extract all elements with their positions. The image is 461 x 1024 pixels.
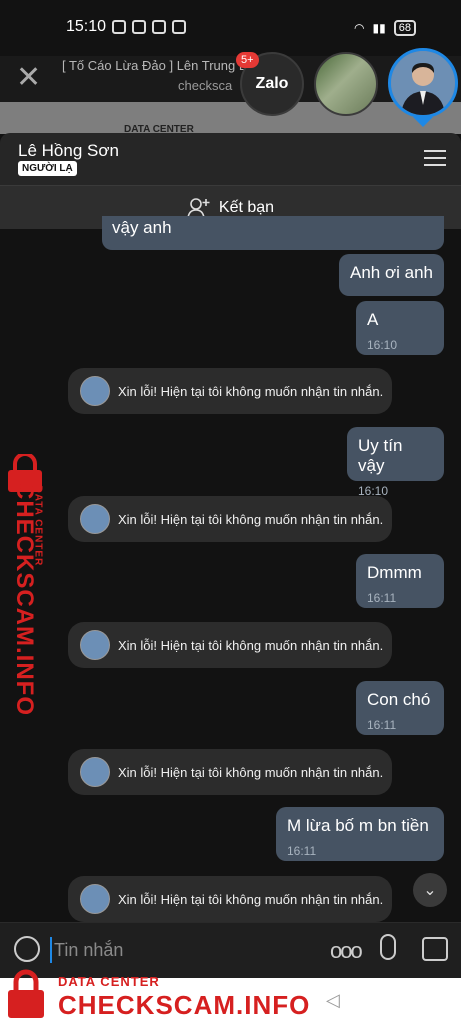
battery-icon: 68: [393, 20, 416, 36]
message-text: Xin lỗi! Hiện tại tôi không muốn nhận ti…: [118, 764, 384, 780]
image-icon[interactable]: [422, 937, 448, 961]
browser-url: checksca: [178, 78, 233, 93]
emoji-icon[interactable]: [14, 936, 40, 962]
message-text: Con chó: [367, 690, 431, 709]
auto-reply-message: Xin lỗi! Hiện tại tôi không muốn nhận ti…: [68, 749, 392, 795]
watermark-lock-icon: [8, 969, 44, 1018]
contact-name[interactable]: Lê Hồng Sơn: [18, 141, 119, 161]
signal-icon: ▮▮: [372, 21, 386, 35]
more-icon[interactable]: ooo: [330, 938, 363, 964]
unread-badge: 5+: [236, 52, 259, 68]
watermark-main: CHECKSCAM.INFO: [11, 482, 38, 716]
sent-message-partial: vậy anh: [102, 216, 444, 250]
sent-message[interactable]: Dmmm 16:11: [356, 554, 444, 608]
message-text: vậy anh: [112, 218, 172, 237]
mail-icon: [172, 20, 186, 34]
add-friend-label: Kết bạn: [218, 198, 275, 216]
message-time: 16:11: [287, 844, 317, 858]
sender-avatar: [80, 630, 110, 660]
microphone-icon[interactable]: [380, 934, 396, 960]
auto-reply-message: Xin lỗi! Hiện tại tôi không muốn nhận ti…: [68, 496, 392, 542]
auto-reply-message: Xin lỗi! Hiện tại tôi không muốn nhận ti…: [68, 876, 392, 922]
app-notification-icon: [132, 20, 146, 34]
auto-reply-message: Xin lỗi! Hiện tại tôi không muốn nhận ti…: [68, 622, 392, 668]
avatar: [391, 51, 455, 115]
message-input[interactable]: [50, 937, 290, 963]
sent-message[interactable]: A 16:10: [356, 301, 444, 355]
app-notification-icon: [112, 20, 126, 34]
contact-chat-head[interactable]: [314, 52, 378, 116]
sender-avatar: [80, 757, 110, 787]
sender-avatar: [80, 376, 110, 406]
message-text: Xin lỗi! Hiện tại tôi không muốn nhận ti…: [118, 891, 384, 907]
message-time: 16:11: [367, 591, 397, 605]
sent-message[interactable]: Uy tín vậy 16:10: [347, 427, 444, 498]
notification-icons: [112, 20, 186, 34]
message-text: Dmmm: [367, 563, 422, 582]
active-chat-head[interactable]: [388, 48, 458, 118]
scroll-down-button[interactable]: ⌄: [413, 873, 447, 907]
sender-avatar: [80, 884, 110, 914]
active-pointer: [413, 117, 433, 127]
message-text: M lừa bố m bn tiền: [287, 816, 429, 835]
sent-message[interactable]: Anh ơi anh: [339, 254, 444, 296]
message-text: A: [367, 310, 379, 329]
message-text: Xin lỗi! Hiện tại tôi không muốn nhận ti…: [118, 511, 384, 527]
sender-avatar: [80, 504, 110, 534]
close-icon[interactable]: ✕: [16, 60, 41, 95]
back-icon[interactable]: ◁: [326, 990, 340, 1011]
status-right: ◠ ▮▮ 68: [354, 20, 416, 36]
message-text: Anh ơi anh: [350, 263, 433, 282]
message-text: Xin lỗi! Hiện tại tôi không muốn nhận ti…: [118, 637, 384, 653]
app-notification-icon: [152, 20, 166, 34]
sent-message[interactable]: M lừa bố m bn tiền 16:11: [276, 807, 444, 861]
sent-message[interactable]: Con chó 16:11: [356, 681, 444, 735]
webpage-background: [0, 102, 461, 134]
chevron-down-icon: ⌄: [423, 882, 437, 899]
message-time: 16:11: [367, 718, 397, 732]
stranger-badge: NGƯỜI LẠ: [18, 161, 77, 176]
auto-reply-message: Xin lỗi! Hiện tại tôi không muốn nhận ti…: [68, 368, 392, 414]
watermark-sub: DATA CENTER: [58, 974, 160, 989]
wifi-icon: ◠: [354, 21, 365, 35]
message-time: 16:10: [367, 338, 398, 352]
message-text: Uy tín vậy: [358, 436, 403, 475]
zalo-label: Zalo: [255, 75, 289, 92]
watermark-main: CHECKSCAM.INFO: [58, 990, 311, 1020]
status-time: 15:10: [66, 18, 107, 35]
menu-icon[interactable]: [424, 150, 446, 166]
message-text: Xin lỗi! Hiện tại tôi không muốn nhận ti…: [118, 383, 384, 399]
